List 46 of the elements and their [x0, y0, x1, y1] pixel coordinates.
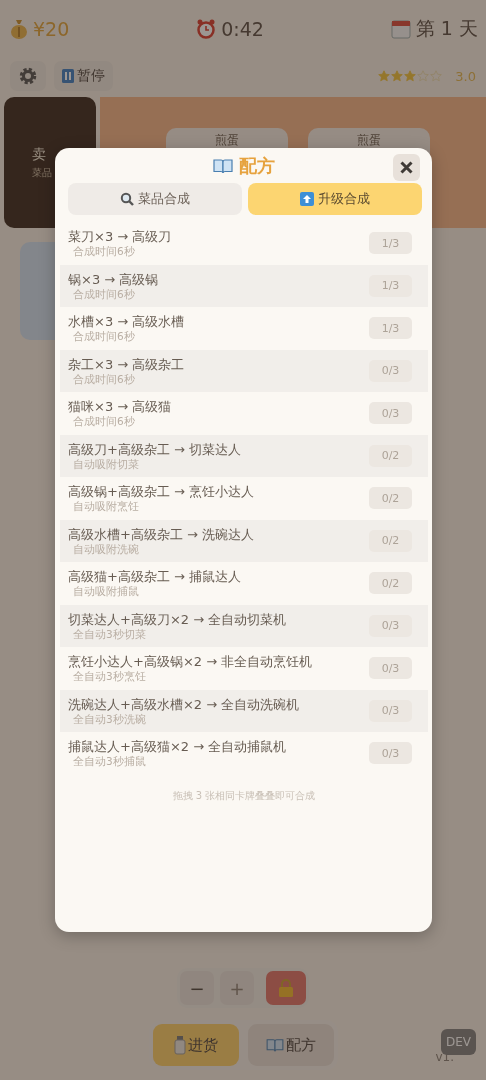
progress-badge: 1/3: [369, 317, 412, 340]
progress-badge: 0/2: [369, 529, 412, 552]
recipe-note: 合成时间6秒: [72, 245, 136, 259]
recipe-note: 合成时间6秒: [72, 330, 136, 344]
recipe-formula: 洗碗达人+高级水槽×2 → 全自动洗碗机: [68, 695, 301, 713]
progress-badge: 0/3: [369, 402, 412, 425]
recipe-formula: 高级刀+高级杂工 → 切菜达人: [68, 440, 243, 458]
recipe-note: 全自动3秒切菜: [72, 627, 147, 641]
card-subtitle: 菜品: [32, 165, 52, 180]
progress-badge: 1/3: [369, 232, 412, 255]
recipe-formula: 高级锅+高级杂工 → 烹饪小达人: [68, 483, 256, 501]
recipe-formula: 切菜达人+高级刀×2 → 全自动切菜机: [68, 610, 288, 628]
recipe-formula: 锅×3 → 高级锅: [68, 270, 160, 288]
progress-badge: 0/2: [369, 572, 412, 595]
recipe-note: 合成时间6秒: [72, 372, 136, 386]
progress-badge: 0/3: [369, 614, 412, 637]
progress-badge: 0/3: [369, 657, 412, 680]
recipe-formula: 捕鼠达人+高级猫×2 → 全自动捕鼠机: [68, 738, 288, 756]
recipe-note: 合成时间6秒: [72, 415, 136, 429]
recipe-note: 全自动3秒烹饪: [72, 670, 147, 684]
card-title: 卖: [32, 145, 46, 164]
recipe-formula: 高级猫+高级杂工 → 捕鼠达人: [68, 568, 243, 586]
progress-badge: 0/3: [369, 359, 412, 382]
dialog-title: 配方: [239, 153, 275, 178]
recipe-note: 自动吸附烹饪: [72, 500, 140, 514]
progress-badge: 0/3: [369, 742, 412, 765]
recipe-note: 合成时间6秒: [72, 287, 136, 301]
recipe-formula: 烹饪小达人+高级锅×2 → 非全自动烹饪机: [68, 653, 314, 671]
recipe-formula: 菜刀×3 → 高级刀: [68, 228, 173, 246]
progress-badge: 1/3: [369, 274, 412, 297]
recipe-note: 全自动3秒捕鼠: [72, 755, 147, 769]
day-counter: 第 1 天: [415, 16, 478, 41]
recipe-note: 自动吸附切菜: [72, 457, 140, 471]
recipe-formula: 猫咪×3 → 高级猫: [68, 398, 173, 416]
recipe-formula: 杂工×3 → 高级杂工: [68, 355, 186, 373]
money-amount: ¥20: [33, 18, 70, 40]
progress-badge: 0/2: [369, 444, 412, 467]
recipe-note: 自动吸附洗碗: [72, 542, 140, 556]
progress-badge: 0/3: [369, 699, 412, 722]
recipe-formula: 高级水槽+高级杂工 → 洗碗达人: [68, 525, 256, 543]
rating-value: 3.0: [455, 68, 476, 84]
recipe-formula: 水槽×3 → 高级水槽: [68, 313, 186, 331]
recipe-note: 自动吸附捕鼠: [72, 585, 140, 599]
recipe-note: 全自动3秒洗碗: [72, 712, 147, 726]
progress-badge: 0/2: [369, 487, 412, 510]
timer: 0:42: [221, 18, 264, 40]
